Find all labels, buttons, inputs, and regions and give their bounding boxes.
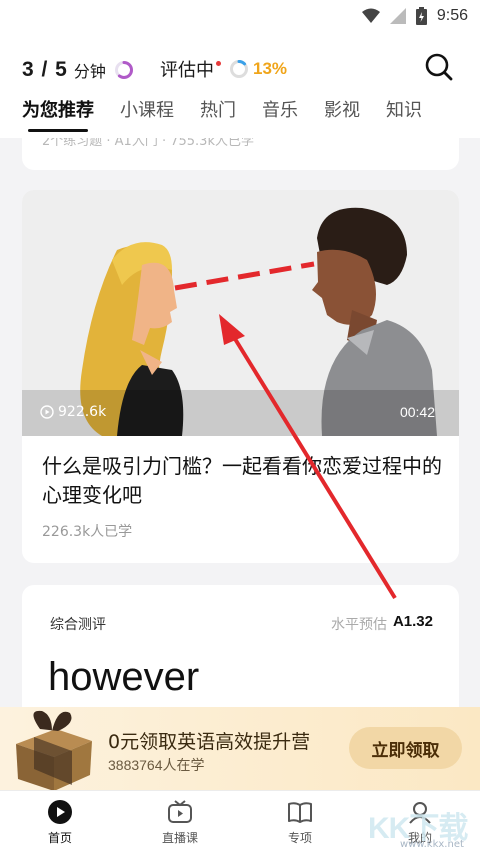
tab-mini-courses[interactable]: 小课程 — [120, 96, 174, 122]
nav-special[interactable]: 专项 — [240, 791, 360, 854]
nav-live-label: 直播课 — [161, 831, 198, 845]
video-views: 922.6k — [40, 404, 106, 420]
video-views-count: 922.6k — [58, 404, 107, 420]
nav-live[interactable]: 直播课 — [120, 791, 240, 854]
promo-learners: 3883764人在学 — [108, 757, 205, 773]
assess-label: 评估中 — [160, 60, 214, 81]
status-time: 9:56 — [436, 7, 468, 24]
assessment-card-title: 综合测评 — [50, 617, 106, 633]
video-learners: 226.3k人已学 — [42, 524, 133, 540]
tab-popular[interactable]: 热门 — [200, 96, 236, 122]
nav-home[interactable]: 首页 — [0, 791, 120, 854]
daily-goal[interactable]: 3 / 5 分钟 — [22, 58, 134, 82]
level-estimate-value: A1.32 — [392, 613, 433, 630]
assess-percent: 13% — [253, 59, 288, 78]
promo-banner[interactable]: 0元领取英语高效提升营 3883764人在学 立即领取 — [0, 707, 480, 791]
watermark-url: www.kkx.net — [400, 839, 464, 850]
tab-recommended[interactable]: 为您推荐 — [22, 96, 94, 132]
signal-icon — [389, 8, 406, 24]
course-card-meta: 2个练习题 · A1入门 · 755.3k人已学 — [42, 138, 254, 149]
goal-unit: 分钟 — [73, 62, 106, 81]
notification-dot — [216, 60, 221, 66]
tab-music[interactable]: 音乐 — [262, 96, 298, 122]
search-icon[interactable] — [424, 52, 454, 82]
video-title[interactable]: 什么是吸引力门槛？一起看看你恋爱过程中的心理变化吧 — [42, 452, 442, 510]
video-card[interactable]: 922.6k 00:42 什么是吸引力门槛？一起看看你恋爱过程中的心理变化吧 2… — [22, 190, 459, 563]
nav-home-label: 首页 — [47, 831, 72, 845]
book-icon — [288, 802, 312, 823]
play-count-icon — [40, 405, 54, 419]
header: 3 / 5 分钟 评估中 13% 为您推荐 小课程 热门 音乐 影视 知识 — [0, 34, 480, 138]
battery-icon — [415, 7, 427, 25]
nav-special-label: 专项 — [287, 831, 312, 845]
claim-now-button[interactable]: 立即领取 — [349, 727, 462, 769]
tab-film[interactable]: 影视 — [324, 96, 360, 122]
assess-progress-ring — [230, 60, 248, 78]
play-icon — [48, 800, 72, 824]
goal-progress-ring — [114, 61, 133, 79]
status-bar: 9:56 — [0, 0, 480, 34]
gift-box-icon — [16, 710, 92, 791]
video-duration: 00:42 — [399, 404, 435, 420]
category-tabs: 为您推荐 小课程 热门 音乐 影视 知识 — [22, 96, 448, 132]
course-card-partial[interactable]: 2个练习题 · A1入门 · 755.3k人已学 — [22, 138, 459, 170]
tab-knowledge[interactable]: 知识 — [386, 96, 422, 122]
video-thumbnail[interactable] — [22, 190, 459, 436]
promo-title: 0元领取英语高效提升营 — [108, 731, 311, 753]
goal-value: 3 / 5 — [22, 58, 68, 81]
wifi-icon — [361, 8, 380, 23]
assessment-word: however — [48, 655, 200, 699]
level-estimate-label: 水平预估 — [331, 617, 387, 633]
assessment-status[interactable]: 评估中 13% — [160, 56, 287, 82]
tv-icon — [168, 800, 192, 823]
watermark: KK下载 www.kkx.net — [360, 797, 480, 853]
